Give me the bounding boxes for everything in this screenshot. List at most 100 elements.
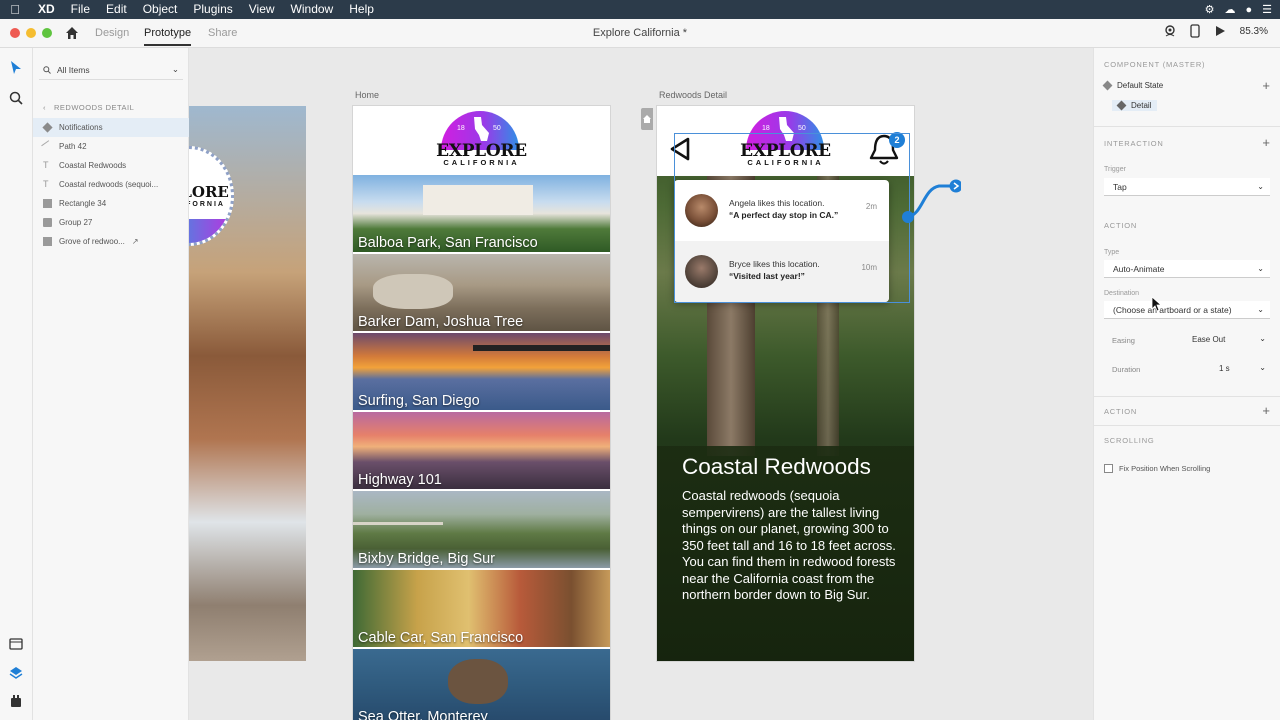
add-action-icon[interactable]: + bbox=[1262, 403, 1270, 418]
settings-status-icon[interactable]: ⚙ bbox=[1205, 3, 1215, 16]
notification-time: 10m bbox=[861, 263, 877, 272]
easing-select[interactable]: Ease Out bbox=[1192, 335, 1225, 344]
notification-text: Bryce likes this location. bbox=[729, 259, 820, 269]
add-interaction-icon[interactable]: + bbox=[1262, 135, 1270, 150]
layers-panel-icon[interactable] bbox=[8, 665, 24, 681]
chevron-down-icon[interactable]: ⌄ bbox=[1259, 363, 1266, 372]
assets-panel-icon[interactable] bbox=[8, 636, 24, 652]
tile-barker-dam[interactable]: Barker Dam, Joshua Tree bbox=[353, 254, 610, 331]
badge-logo-title: EXPLORE bbox=[189, 183, 229, 201]
creative-cloud-icon[interactable]: ☁ bbox=[1224, 3, 1235, 16]
type-label: Type bbox=[1104, 249, 1120, 256]
menu-edit[interactable]: Edit bbox=[98, 0, 135, 19]
play-icon[interactable] bbox=[1214, 25, 1226, 37]
checkbox-box[interactable] bbox=[1104, 464, 1113, 473]
badge-arc bbox=[189, 219, 231, 243]
fix-position-checkbox[interactable]: Fix Position When Scrolling bbox=[1104, 464, 1210, 473]
menu-window[interactable]: Window bbox=[283, 0, 342, 19]
menu-app-name[interactable]: XD bbox=[30, 0, 63, 19]
menu-help[interactable]: Help bbox=[341, 0, 382, 19]
device-preview-icon[interactable] bbox=[1189, 24, 1200, 38]
notification-item[interactable]: Bryce likes this location. “Visited last… bbox=[674, 241, 889, 302]
select-arrow-icon[interactable] bbox=[8, 60, 24, 76]
menu-view[interactable]: View bbox=[241, 0, 283, 19]
tool-rail bbox=[0, 48, 33, 720]
layer-item[interactable]: T Coastal redwoods (sequoi... bbox=[33, 175, 189, 194]
zoom-window-button[interactable] bbox=[42, 28, 52, 38]
prototype-wire[interactable] bbox=[901, 174, 961, 224]
duration-label: Duration bbox=[1112, 365, 1141, 374]
artboard-home[interactable]: 18 50 EXPLORE CALIFORNIA Balboa Park, Sa… bbox=[353, 106, 610, 720]
detail-header: 18 50 EXPLORE CALIFORNIA 2 bbox=[657, 106, 914, 176]
tile-image-otter bbox=[448, 659, 508, 704]
tab-prototype[interactable]: Prototype bbox=[144, 27, 192, 46]
layer-label: Coastal redwoods (sequoi... bbox=[59, 180, 159, 189]
zoom-tool-icon[interactable] bbox=[8, 90, 24, 106]
tab-share[interactable]: Share bbox=[208, 27, 237, 39]
menu-file[interactable]: File bbox=[63, 0, 98, 19]
folder-icon bbox=[43, 218, 52, 227]
trigger-select[interactable]: Tap ⌄ bbox=[1104, 178, 1270, 196]
state-detail[interactable]: Detail bbox=[1112, 100, 1158, 111]
artboard-label-home[interactable]: Home bbox=[355, 90, 379, 100]
apple-menu-icon[interactable]:  bbox=[0, 2, 30, 17]
notification-item[interactable]: Angela likes this location. “A perfect d… bbox=[674, 180, 889, 241]
menu-plugins[interactable]: Plugins bbox=[185, 0, 240, 19]
toolbar-right: 85.3% bbox=[1164, 24, 1268, 38]
tile-bixby-bridge[interactable]: Bixby Bridge, Big Sur bbox=[353, 491, 610, 568]
state-default[interactable]: Default State bbox=[1102, 80, 1163, 91]
notification-count-badge: 2 bbox=[889, 132, 905, 148]
layer-label: Path 42 bbox=[59, 142, 87, 151]
artboard-label-detail[interactable]: Redwoods Detail bbox=[659, 90, 727, 100]
home-icon[interactable] bbox=[64, 25, 80, 41]
trigger-label: Trigger bbox=[1104, 166, 1126, 173]
tile-balboa-park[interactable]: Balboa Park, San Francisco bbox=[353, 175, 610, 252]
logo-number-left: 18 bbox=[457, 125, 465, 132]
layer-item[interactable]: Grove of redwoo... ↗ bbox=[33, 232, 189, 251]
layers-filter[interactable]: All Items ⌄ bbox=[39, 60, 183, 80]
layer-item[interactable]: Notifications bbox=[33, 118, 189, 137]
layer-item[interactable]: T Coastal Redwoods bbox=[33, 156, 189, 175]
artboard-home-toggle[interactable] bbox=[641, 108, 653, 130]
pen-path-icon bbox=[41, 140, 54, 153]
layers-breadcrumb[interactable]: ‹ REDWOODS DETAIL bbox=[43, 103, 134, 112]
layer-item[interactable]: Group 27 bbox=[33, 213, 189, 232]
destination-select[interactable]: (Choose an artboard or a state) ⌄ bbox=[1104, 301, 1270, 319]
tile-label: Highway 101 bbox=[358, 472, 442, 488]
tile-highway-101[interactable]: Highway 101 bbox=[353, 412, 610, 489]
user-menu-icon[interactable]: ● bbox=[1245, 4, 1252, 16]
chevron-down-icon: ⌄ bbox=[1257, 182, 1264, 191]
logo-badge: EXPLORE CALIFORNIA bbox=[189, 146, 234, 246]
layer-item[interactable]: Path 42 bbox=[33, 137, 189, 156]
notifications-panel[interactable]: Angela likes this location. “A perfect d… bbox=[674, 180, 889, 302]
component-icon bbox=[42, 122, 53, 133]
menu-list-icon[interactable]: ☰ bbox=[1262, 3, 1272, 16]
zoom-level[interactable]: 85.3% bbox=[1240, 26, 1268, 37]
tab-design[interactable]: Design bbox=[95, 27, 129, 39]
chevron-left-icon[interactable]: ‹ bbox=[43, 103, 46, 112]
close-window-button[interactable] bbox=[10, 28, 20, 38]
minimize-window-button[interactable] bbox=[26, 28, 36, 38]
design-canvas[interactable]: EXPLORE CALIFORNIA Home Redwoods Detail … bbox=[189, 48, 1093, 720]
add-state-icon[interactable]: + bbox=[1262, 78, 1270, 93]
layer-label: Notifications bbox=[59, 123, 103, 132]
tile-sea-otter[interactable]: Sea Otter, Monterey bbox=[353, 649, 610, 720]
chevron-down-icon[interactable]: ⌄ bbox=[1259, 334, 1266, 343]
tile-surfing-san-diego[interactable]: Surfing, San Diego bbox=[353, 333, 610, 410]
external-link-icon[interactable]: ↗ bbox=[132, 237, 139, 246]
tile-image-building bbox=[423, 185, 533, 215]
plugins-panel-icon[interactable] bbox=[8, 693, 24, 709]
tile-cable-car[interactable]: Cable Car, San Francisco bbox=[353, 570, 610, 647]
menu-object[interactable]: Object bbox=[135, 0, 186, 19]
duration-select[interactable]: 1 s bbox=[1219, 364, 1230, 373]
menu-bar:  XD File Edit Object Plugins View Windo… bbox=[0, 0, 1280, 19]
share-user-icon[interactable] bbox=[1164, 25, 1176, 37]
document-title[interactable]: Explore California * bbox=[540, 27, 740, 39]
back-arrow-icon[interactable] bbox=[668, 136, 692, 162]
chevron-down-icon[interactable]: ⌄ bbox=[172, 64, 179, 75]
action-type-select[interactable]: Auto-Animate ⌄ bbox=[1104, 260, 1270, 278]
artboard-partial[interactable]: EXPLORE CALIFORNIA bbox=[189, 106, 306, 661]
layer-item[interactable]: Rectangle 34 bbox=[33, 194, 189, 213]
notification-quote: “Visited last year!” bbox=[729, 271, 805, 281]
artboard-redwoods-detail[interactable]: 18 50 EXPLORE CALIFORNIA 2 Angela likes … bbox=[657, 106, 914, 661]
